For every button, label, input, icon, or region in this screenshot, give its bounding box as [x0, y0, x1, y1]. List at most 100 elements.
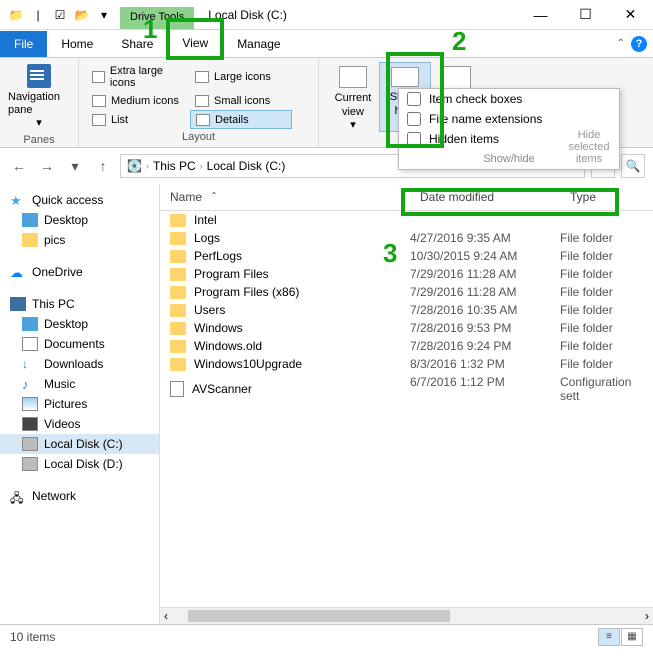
grid-icon	[195, 71, 209, 83]
header-type[interactable]: Type	[560, 184, 653, 210]
column-headers: Nameˆ Date modified Type	[160, 184, 653, 211]
ribbon-tabs: File Home Share View Manage ⌃ ?	[0, 30, 653, 58]
pc-icon	[10, 297, 26, 311]
layout-extra-large[interactable]: Extra large icons	[87, 62, 189, 91]
file-type: File folder	[560, 339, 653, 353]
show-hide-icon	[391, 67, 419, 87]
scrollbar-thumb[interactable]	[188, 610, 450, 622]
tab-file[interactable]: File	[0, 31, 47, 57]
file-name-extensions-option[interactable]: File name extensions	[399, 109, 619, 129]
details-icon	[196, 114, 210, 126]
tab-view[interactable]: View	[167, 29, 223, 57]
layout-medium[interactable]: Medium icons	[87, 92, 189, 109]
file-row[interactable]: Windows7/28/2016 9:53 PMFile folder	[160, 319, 653, 337]
sidebar-thispc[interactable]: This PC	[0, 294, 159, 314]
sidebar-pictures[interactable]: Pictures	[0, 394, 159, 414]
annotation-number-1: 1	[143, 14, 157, 45]
quick-access-toolbar: 📁 | ☑ 📂 ▾	[0, 5, 120, 25]
qat-dropdown-icon[interactable]: ▾	[94, 5, 114, 25]
file-type: File folder	[560, 231, 653, 245]
sidebar-network[interactable]: Network	[0, 486, 159, 506]
sidebar-downloads[interactable]: Downloads	[0, 354, 159, 374]
folder-icon	[170, 268, 186, 281]
drive-icon	[22, 457, 38, 471]
file-type: File folder	[560, 357, 653, 371]
minimize-button[interactable]: —	[518, 0, 563, 30]
sidebar-music[interactable]: Music	[0, 374, 159, 394]
checkbox-icon[interactable]	[407, 92, 421, 106]
navigation-sidebar[interactable]: Quick access Desktop pics OneDrive This …	[0, 184, 160, 624]
checkbox-icon[interactable]	[407, 112, 421, 126]
header-date[interactable]: Date modified	[410, 184, 560, 210]
file-date: 7/29/2016 11:28 AM	[410, 267, 560, 281]
file-row[interactable]: Windows10Upgrade8/3/2016 1:32 PMFile fol…	[160, 355, 653, 373]
header-name[interactable]: Nameˆ	[160, 184, 410, 210]
up-button[interactable]: ↑	[92, 155, 114, 177]
help-icon[interactable]: ?	[631, 36, 647, 52]
collapse-ribbon-icon[interactable]: ⌃	[617, 38, 625, 49]
recent-dropdown-icon[interactable]: ▾	[64, 155, 86, 177]
onedrive-icon	[10, 265, 26, 279]
tab-manage[interactable]: Manage	[223, 31, 294, 57]
sidebar-quick-access[interactable]: Quick access	[0, 190, 159, 210]
file-date: 7/28/2016 10:35 AM	[410, 303, 560, 317]
item-check-boxes-option[interactable]: Item check boxes	[399, 89, 619, 109]
status-item-count: 10 items	[10, 630, 55, 644]
file-rows[interactable]: Intel Logs4/27/2016 9:35 AMFile folderPer…	[160, 211, 653, 607]
layout-list[interactable]: List	[87, 110, 189, 129]
scroll-right-icon[interactable]: ›	[641, 609, 653, 623]
open-folder-icon[interactable]: 📂	[72, 5, 92, 25]
file-row[interactable]: Intel	[160, 211, 653, 229]
music-icon	[22, 377, 38, 391]
breadcrumb-drive[interactable]: Local Disk (C:)	[207, 159, 286, 173]
file-row[interactable]: Logs4/27/2016 9:35 AMFile folder	[160, 229, 653, 247]
navigation-pane-button[interactable]: Navigation pane ▾	[8, 62, 70, 132]
file-date	[410, 213, 560, 227]
ribbon-group-panes: Navigation pane ▾ Panes	[0, 58, 79, 147]
file-row[interactable]: AVScanner6/7/2016 1:12 PMConfiguration s…	[160, 373, 653, 405]
file-row[interactable]: Users7/28/2016 10:35 AMFile folder	[160, 301, 653, 319]
tab-share[interactable]: Share	[107, 31, 167, 57]
file-date: 6/7/2016 1:12 PM	[410, 375, 560, 403]
sidebar-desktop-pc[interactable]: Desktop	[0, 314, 159, 334]
annotation-number-3: 3	[383, 238, 397, 269]
sidebar-onedrive[interactable]: OneDrive	[0, 262, 159, 282]
details-view-toggle[interactable]: ≡	[598, 628, 620, 646]
sidebar-drive-c[interactable]: Local Disk (C:)	[0, 434, 159, 454]
file-name: Users	[194, 303, 225, 317]
sidebar-videos[interactable]: Videos	[0, 414, 159, 434]
sidebar-desktop[interactable]: Desktop	[0, 210, 159, 230]
sidebar-drive-d[interactable]: Local Disk (D:)	[0, 454, 159, 474]
forward-button[interactable]: →	[36, 155, 58, 177]
properties-icon[interactable]: ☑	[50, 5, 70, 25]
breadcrumb-thispc[interactable]: This PC	[153, 159, 196, 173]
qat-divider: |	[28, 5, 48, 25]
file-row[interactable]: PerfLogs10/30/2015 9:24 AMFile folder	[160, 247, 653, 265]
scroll-left-icon[interactable]: ‹	[160, 609, 172, 623]
maximize-button[interactable]: ☐	[563, 0, 608, 30]
file-type: Configuration sett	[560, 375, 653, 403]
chevron-right-icon[interactable]: ›	[146, 161, 149, 171]
search-icon[interactable]: 🔍	[621, 154, 645, 178]
chevron-right-icon[interactable]: ›	[200, 161, 203, 171]
layout-small[interactable]: Small icons	[190, 92, 292, 109]
sidebar-pics[interactable]: pics	[0, 230, 159, 250]
close-button[interactable]: ✕	[608, 0, 653, 30]
layout-large[interactable]: Large icons	[190, 62, 292, 91]
tab-home[interactable]: Home	[47, 31, 107, 57]
sidebar-documents[interactable]: Documents	[0, 334, 159, 354]
icons-view-toggle[interactable]: ▦	[621, 628, 643, 646]
current-view-button[interactable]: Current view ▾	[327, 62, 379, 132]
file-name: Program Files	[194, 267, 269, 281]
file-row[interactable]: Program Files (x86)7/29/2016 11:28 AMFil…	[160, 283, 653, 301]
horizontal-scrollbar[interactable]: ‹ ›	[160, 607, 653, 624]
file-date: 8/3/2016 1:32 PM	[410, 357, 560, 371]
checkbox-icon[interactable]	[407, 132, 421, 146]
folder-icon	[170, 214, 186, 227]
file-row[interactable]: Windows.old7/28/2016 9:24 PMFile folder	[160, 337, 653, 355]
layout-details[interactable]: Details	[190, 110, 292, 129]
file-name: Intel	[194, 213, 217, 227]
back-button[interactable]: ←	[8, 155, 30, 177]
hide-selected-button[interactable]: Hide selected items	[565, 129, 613, 165]
file-row[interactable]: Program Files7/29/2016 11:28 AMFile fold…	[160, 265, 653, 283]
